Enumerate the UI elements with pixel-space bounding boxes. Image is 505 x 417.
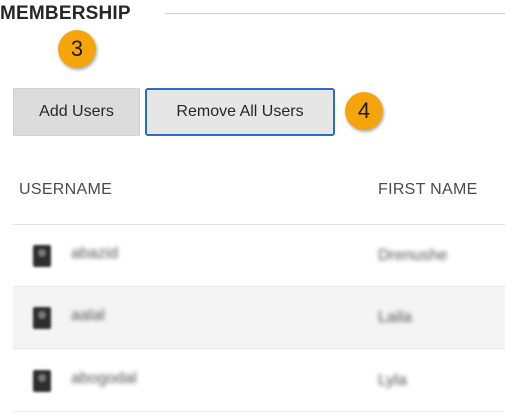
step-callout-3: 3 [58, 30, 96, 68]
avatar [33, 245, 51, 267]
table-row[interactable]: abazid Drenushe [13, 225, 505, 287]
first-name-cell: Drenushe [378, 247, 448, 264]
column-header-first-name[interactable]: FIRST NAME [378, 181, 478, 199]
username-cell: aalal [71, 307, 105, 324]
first-name-cell: Laila [378, 309, 412, 326]
table-row[interactable]: aalal Laila [13, 287, 505, 349]
avatar [33, 370, 51, 392]
avatar [33, 307, 51, 329]
section-divider [165, 13, 505, 14]
first-name-cell: Lyla [378, 372, 407, 389]
username-cell: abogodal [71, 370, 137, 387]
step-callout-4: 4 [345, 92, 383, 130]
remove-all-users-button[interactable]: Remove All Users [145, 88, 335, 136]
section-title: MEMBERSHIP [0, 3, 131, 24]
column-header-username[interactable]: USERNAME [19, 181, 112, 199]
add-users-button[interactable]: Add Users [13, 88, 140, 136]
username-cell: abazid [71, 245, 119, 262]
membership-panel: MEMBERSHIP 3 Add Users Remove All Users … [0, 0, 505, 417]
table-row[interactable]: abogodal Lyla [13, 350, 505, 412]
